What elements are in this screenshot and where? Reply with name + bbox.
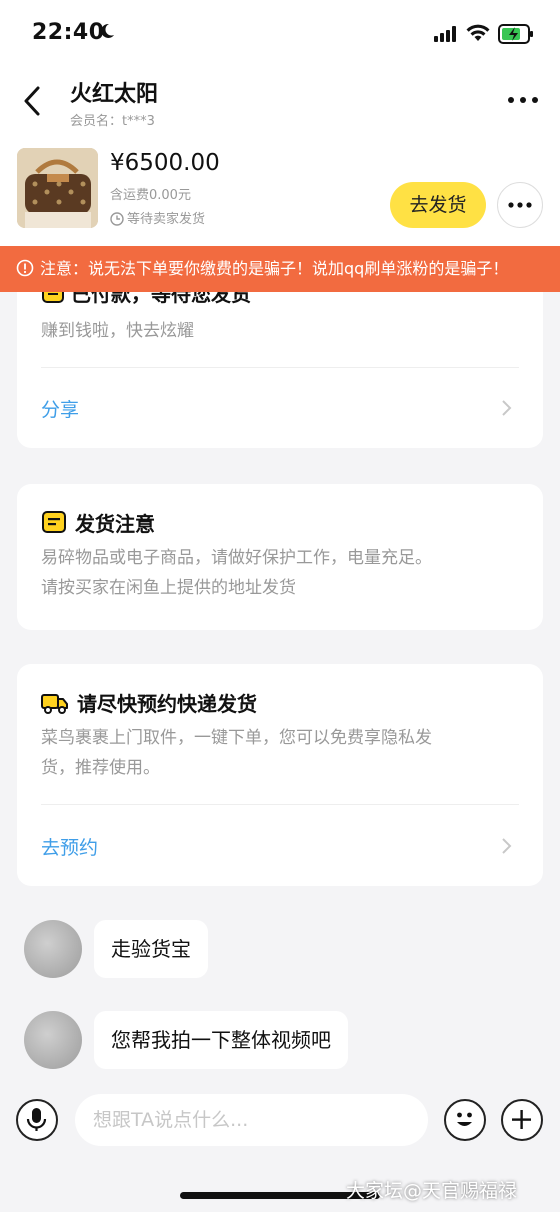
warning-icon: [16, 249, 34, 292]
product-more-button[interactable]: [497, 182, 543, 228]
divider: [41, 367, 519, 368]
book-courier-link[interactable]: 去预约: [41, 833, 98, 860]
smiley-icon: [457, 1112, 472, 1126]
express-booking-title: 请尽快预约快递发货: [41, 688, 257, 720]
paid-status-card: 已付款，等待您发货 赚到钱啦，快去炫耀 分享: [17, 292, 543, 448]
shipping-notice-title: 发货注意: [41, 508, 155, 540]
message-input[interactable]: [75, 1094, 428, 1146]
order-status: 等待卖家发货: [110, 208, 205, 230]
member-name: 会员名：t***3: [70, 114, 155, 129]
shipping-fee: 含运费0.00元: [110, 188, 191, 203]
product-summary: ¥6500.00 含运费0.00元 等待卖家发货 去发货: [0, 134, 560, 246]
paid-status-title: 已付款，等待您发货: [41, 292, 251, 309]
shipping-notice-card: 发货注意 易碎物品或电子商品，请做好保护工作，电量充足。 请按买家在闲鱼上提供的…: [17, 484, 543, 630]
avatar[interactable]: [24, 920, 82, 978]
express-booking-card: 请尽快预约快递发货 菜鸟裹裹上门取件，一键下单，您可以免费享隐私发 货，推荐使用…: [17, 664, 543, 886]
message-bubble[interactable]: 走验货宝: [94, 920, 208, 978]
shipping-notice-title-text: 发货注意: [75, 512, 155, 536]
signal-icon: [434, 26, 458, 46]
order-status-text: 等待卖家发货: [127, 212, 206, 227]
chevron-right-icon: [501, 836, 513, 860]
chat-title: 火红太阳: [70, 82, 159, 107]
message-composer: [0, 1090, 560, 1150]
plus-icon: [512, 1110, 531, 1129]
product-price: ¥6500.00: [110, 150, 220, 176]
divider: [41, 804, 519, 805]
chat-header: 火红太阳 会员名：t***3: [0, 70, 560, 134]
add-button[interactable]: [501, 1099, 543, 1141]
clock-icon: [110, 212, 124, 230]
product-thumbnail[interactable]: [17, 148, 98, 228]
battery-icon: [498, 24, 534, 48]
shipping-notice-body: 易碎物品或电子商品，请做好保护工作，电量充足。 请按买家在闲鱼上提供的地址发货: [41, 543, 521, 603]
voice-button[interactable]: [16, 1099, 58, 1141]
express-booking-line: 货，推荐使用。: [41, 758, 160, 778]
microphone-icon: [26, 1108, 47, 1131]
emoji-button[interactable]: [444, 1099, 486, 1141]
express-booking-body: 菜鸟裹裹上门取件，一键下单，您可以免费享隐私发 货，推荐使用。: [41, 723, 521, 783]
more-icon[interactable]: [506, 88, 540, 116]
moon-icon: [98, 22, 116, 44]
share-link[interactable]: 分享: [41, 395, 79, 422]
wifi-icon: [466, 24, 490, 46]
fraud-warning-text: 注意：说无法下单要你缴费的是骗子！说加qq刷单涨粉的是骗子！: [40, 259, 509, 278]
express-booking-line: 菜鸟裹裹上门取件，一键下单，您可以免费享隐私发: [41, 728, 432, 748]
ship-button[interactable]: 去发货: [390, 182, 486, 228]
truck-icon: [41, 691, 69, 720]
avatar[interactable]: [24, 1011, 82, 1069]
fraud-warning-banner: 注意：说无法下单要你缴费的是骗子！说加qq刷单涨粉的是骗子！: [0, 246, 560, 292]
status-time: 22:40: [32, 20, 105, 45]
back-icon[interactable]: [20, 84, 44, 122]
shipping-notice-line: 请按买家在闲鱼上提供的地址发货: [41, 578, 296, 598]
shipping-notice-line: 易碎物品或电子商品，请做好保护工作，电量充足。: [41, 548, 432, 568]
chevron-right-icon: [501, 398, 513, 422]
order-icon: [41, 292, 65, 309]
notice-box-icon: [41, 509, 67, 540]
paid-status-subtitle: 赚到钱啦，快去炫耀: [41, 321, 194, 341]
paid-status-title-text: 已付款，等待您发货: [71, 292, 251, 306]
watermark: 大家坛@天官赐福禄: [346, 1180, 518, 1202]
express-booking-title-text: 请尽快预约快递发货: [77, 692, 257, 716]
message-bubble[interactable]: 您帮我拍一下整体视频吧: [94, 1011, 348, 1069]
status-bar: 22:40: [0, 0, 560, 70]
